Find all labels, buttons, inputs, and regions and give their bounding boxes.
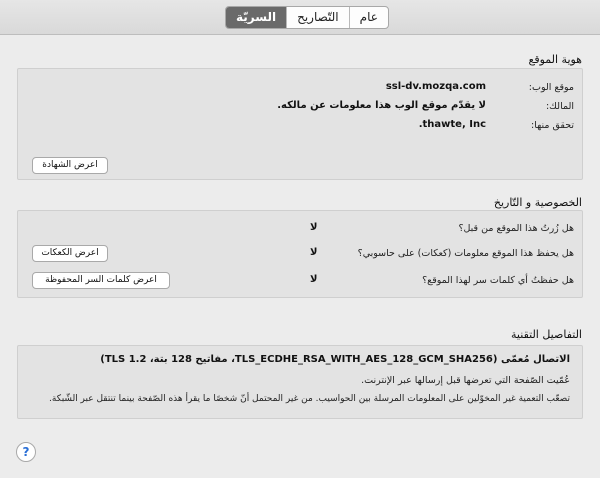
tab-bar: عام التّصاريح السريّة xyxy=(225,6,389,29)
cookies-question: هل يحفظ هذا الموقع معلومات (كعكات) على ح… xyxy=(357,248,574,259)
view-saved-passwords-button[interactable]: اعرض كلمات السر المحفوظة xyxy=(32,272,170,289)
owner-label: المالك: xyxy=(545,101,574,112)
help-icon: ? xyxy=(22,445,30,459)
passwords-answer: لا xyxy=(310,274,318,285)
encryption-detail-2: تصعّب التعمية غير المخوّلين على المعلوما… xyxy=(49,394,570,404)
owner-value: لا يقدّم موقع الوب هذا معلومات عن مالكه. xyxy=(277,100,486,111)
verified-label: تحقق منها: xyxy=(531,120,574,131)
technical-box: الاتصال مُعمّى (TLS_ECDHE_RSA_WITH_AES_1… xyxy=(17,345,583,419)
tab-general[interactable]: عام xyxy=(348,7,388,28)
visited-answer: لا xyxy=(310,222,318,233)
encryption-detail-1: عُمّيت الصّفحة التي تعرضها قبل إرسالها ع… xyxy=(361,375,570,386)
tab-security[interactable]: السريّة xyxy=(226,7,287,28)
visited-question: هل زُرتُ هذا الموقع من قبل؟ xyxy=(458,223,574,234)
tab-permissions[interactable]: التّصاريح xyxy=(286,7,349,28)
website-value: ssl-dv.mozqa.com xyxy=(385,81,486,92)
identity-title: هوية الموقع xyxy=(528,53,582,66)
cookies-answer: لا xyxy=(310,247,318,258)
privacy-box: هل زُرتُ هذا الموقع من قبل؟ لا هل يحفظ ه… xyxy=(17,210,583,298)
help-button[interactable]: ? xyxy=(16,442,36,462)
verified-value: thawte, Inc. xyxy=(418,119,486,130)
website-label: موقع الوب: xyxy=(528,82,574,93)
view-cookies-button[interactable]: اعرض الكعكات xyxy=(32,245,108,262)
passwords-question: هل حفظتُ أي كلمات سر لهذا الموقع؟ xyxy=(422,275,574,286)
identity-box: موقع الوب: ssl-dv.mozqa.com المالك: لا ي… xyxy=(17,68,583,180)
toolbar: عام التّصاريح السريّة xyxy=(0,0,600,35)
view-certificate-button[interactable]: اعرض الشهادة xyxy=(32,157,108,174)
technical-title: التفاصيل التقنية xyxy=(511,328,582,341)
privacy-title: الخصوصية و التّاريخ xyxy=(493,196,582,209)
encryption-summary: الاتصال مُعمّى (TLS_ECDHE_RSA_WITH_AES_1… xyxy=(100,354,570,365)
